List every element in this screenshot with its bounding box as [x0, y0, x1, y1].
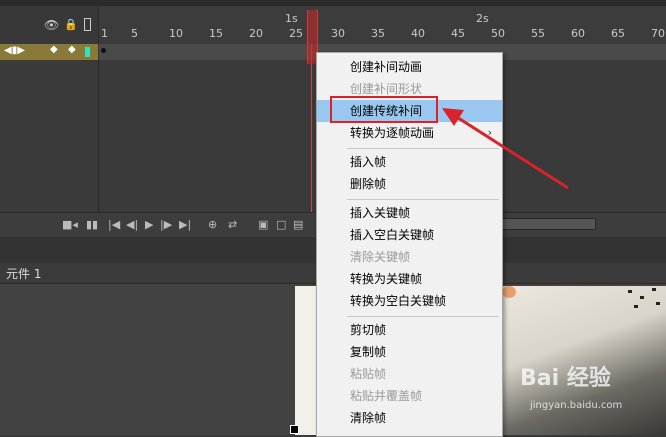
bird-shape: [656, 302, 660, 305]
watermark-logo: Bai 经验: [520, 366, 611, 391]
dot-icon[interactable]: ◆: [68, 44, 76, 55]
ruler-number: 70: [651, 27, 665, 40]
camera-icon[interactable]: ■◂: [62, 218, 78, 231]
menu-item-label: 转换为空白关键帧: [350, 294, 447, 308]
sun-shape: [502, 286, 516, 298]
ruler-number: 40: [411, 27, 425, 40]
eye-icon[interactable]: 👁: [44, 18, 59, 32]
last-frame-icon[interactable]: ▶|: [179, 218, 191, 231]
annotation-arrow-icon: [442, 108, 569, 190]
menu-item-cut-frames[interactable]: 剪切帧: [317, 319, 502, 341]
playhead-line: [311, 44, 312, 212]
menu-item-label: 转换为逐帧动画: [350, 126, 435, 140]
bird-shape: [640, 296, 644, 299]
selection-handle[interactable]: [290, 425, 299, 434]
keyframe-dot[interactable]: [101, 48, 106, 53]
dot-icon[interactable]: ◆: [50, 44, 58, 55]
layer-row[interactable]: ◀▮▶ ◆ ◆: [0, 44, 98, 60]
menu-item-label: 插入帧: [350, 155, 387, 169]
menu-item-label: 创建补间动画: [350, 60, 423, 74]
menu-item-label: 清除帧: [350, 411, 387, 425]
menu-item-label: 粘贴帧: [350, 367, 387, 381]
layer-header: 👁 🔒: [0, 6, 99, 44]
menu-item-insert-blank-keyframe[interactable]: 插入空白关键帧: [317, 224, 502, 246]
play-icon[interactable]: ▶: [145, 218, 153, 231]
menu-item-paste-frames: 粘贴帧: [317, 363, 502, 385]
onion-skin-icon[interactable]: ▣: [258, 218, 268, 231]
menu-item-label: 删除帧: [350, 177, 387, 191]
ruler-number: 5: [131, 27, 138, 40]
menu-item-create-motion-tween[interactable]: 创建补间动画: [317, 56, 502, 78]
ruler-number: 30: [331, 27, 345, 40]
bird-shape: [628, 290, 632, 293]
bird-shape: [652, 288, 656, 291]
menu-item-label: 复制帧: [350, 345, 387, 359]
menu-item-insert-keyframe[interactable]: 插入关键帧: [317, 202, 502, 224]
menu-item-label: 插入关键帧: [350, 206, 411, 220]
menu-item-label: 插入空白关键帧: [350, 228, 435, 242]
menu-item-label: 转换为关键帧: [350, 272, 423, 286]
second-label: 2s: [476, 12, 489, 25]
ruler-number: 45: [451, 27, 465, 40]
edit-multiple-icon[interactable]: ▤: [293, 218, 303, 231]
watermark-url: jingyan.baidu.com: [530, 400, 623, 411]
menu-item-clear-frames[interactable]: 清除帧: [317, 407, 502, 429]
horizontal-scrollbar[interactable]: [500, 218, 596, 230]
menu-item-paste-and-overwrite-frames: 粘贴并覆盖帧: [317, 385, 502, 407]
ruler-number: 25: [289, 27, 303, 40]
prev-frame-icon[interactable]: ◀|: [126, 218, 138, 231]
ruler-number: 10: [169, 27, 183, 40]
menu-item-convert-to-blank-keyframes[interactable]: 转换为空白关键帧: [317, 290, 502, 312]
menu-separator: [347, 316, 499, 317]
menu-item-label: 粘贴并覆盖帧: [350, 389, 423, 403]
ruler-number: 60: [571, 27, 585, 40]
onion-outline-icon[interactable]: □: [276, 218, 286, 231]
menu-item-clear-keyframe: 清除关键帧: [317, 246, 502, 268]
ruler-number: 65: [611, 27, 625, 40]
annotation-highlight-box: [330, 96, 438, 123]
layer-panel: [0, 60, 99, 212]
ruler-number: 15: [209, 27, 223, 40]
outline-icon[interactable]: [84, 18, 91, 31]
ruler-number: 55: [531, 27, 545, 40]
first-frame-icon[interactable]: |◀: [108, 218, 120, 231]
lock-icon[interactable]: 🔒: [64, 18, 78, 31]
center-frame-icon[interactable]: ⊕: [208, 218, 217, 231]
ruler-number: 1: [101, 27, 108, 40]
symbol-name[interactable]: 元件 1: [6, 265, 41, 282]
second-label: 1s: [285, 12, 298, 25]
ruler-number: 20: [249, 27, 263, 40]
loop-icon[interactable]: ⇄: [228, 218, 237, 231]
menu-item-label: 清除关键帧: [350, 250, 411, 264]
ruler-number: 50: [491, 27, 505, 40]
next-frame-icon[interactable]: |▶: [160, 218, 172, 231]
onion-icon[interactable]: ▮▮: [86, 218, 98, 231]
menu-item-copy-frames[interactable]: 复制帧: [317, 341, 502, 363]
menu-item-label: 剪切帧: [350, 323, 387, 337]
menu-item-convert-to-keyframes[interactable]: 转换为关键帧: [317, 268, 502, 290]
layer-color-icon[interactable]: [85, 47, 90, 57]
move-icon[interactable]: ◀▮▶: [4, 45, 25, 56]
bird-shape: [634, 305, 638, 308]
timeline-ruler[interactable]: 1s 2s 1 5 10 15 20 25 30 35 40 45 50 55 …: [99, 6, 666, 44]
ruler-number: 35: [371, 27, 385, 40]
